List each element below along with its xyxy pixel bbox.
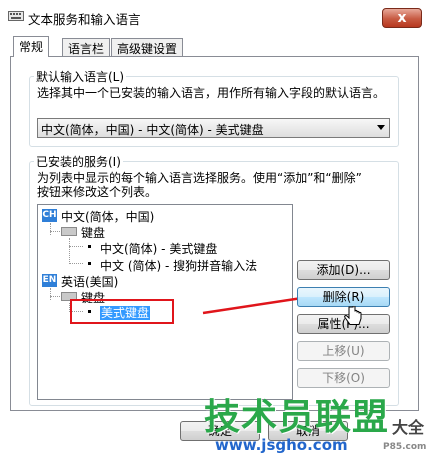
move-up-button[interactable]: 上移(U) — [297, 341, 390, 361]
move-down-button[interactable]: 下移(O) — [297, 368, 390, 388]
tab-general[interactable]: 常规 — [13, 36, 50, 57]
watermark-suffix: 大全 — [392, 418, 425, 437]
add-button[interactable]: 添加(D)... — [297, 260, 390, 280]
watermark-url: www.jsgho.com — [215, 436, 348, 454]
dialog-window: 文本服务和输入语言 x 常规 语言栏 高级键设置 默认输入语言(L) 选择其中一… — [0, 0, 431, 459]
hand-cursor-icon — [344, 306, 362, 325]
watermark-small: P85.com — [383, 442, 427, 452]
watermark-brand: 技术员联盟 — [204, 397, 390, 438]
remove-button[interactable]: 删除(R) — [297, 287, 390, 307]
